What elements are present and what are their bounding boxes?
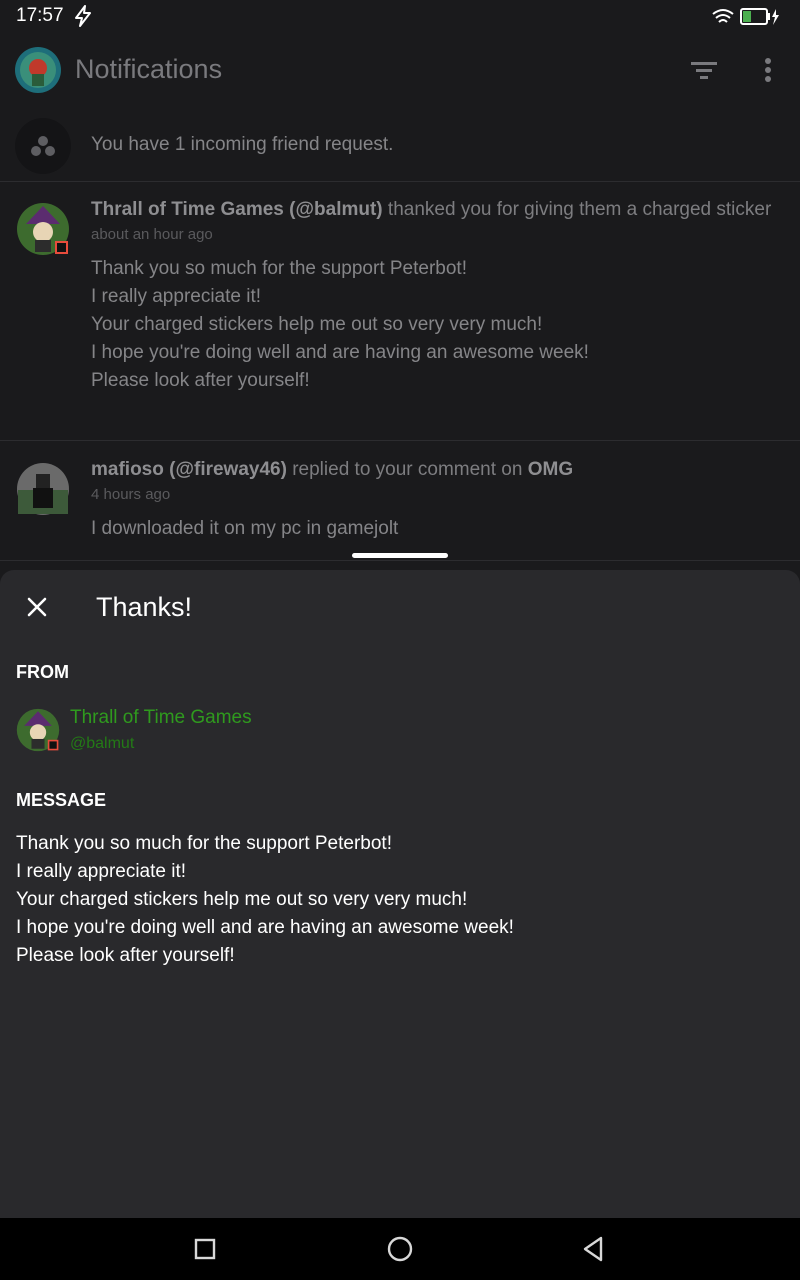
more-vert-icon[interactable] <box>756 54 780 86</box>
friend-request-text: You have 1 incoming friend request. <box>91 134 394 155</box>
sender-name[interactable]: Thrall of Time Games <box>70 707 252 729</box>
message-line: I hope you're doing well and are having … <box>16 917 514 938</box>
notification-body: Thrall of Time Games (@balmut) thanked y… <box>91 196 781 395</box>
user-avatar[interactable] <box>16 202 70 256</box>
wifi-icon <box>712 9 734 23</box>
timestamp: about an hour ago <box>91 226 213 243</box>
message-line: I really appreciate it! <box>16 861 187 882</box>
message-line: Please look after yourself! <box>91 370 310 391</box>
divider <box>0 181 800 182</box>
app-header: Notifications <box>0 40 800 102</box>
user-handle[interactable]: (@balmut) <box>289 199 382 220</box>
message-line: I really appreciate it! <box>91 286 262 307</box>
message-line: Your charged stickers help me out so ver… <box>91 314 543 335</box>
battery-charging-icon <box>740 8 779 25</box>
timestamp: 4 hours ago <box>91 486 171 503</box>
message-line: I downloaded it on my pc in gamejolt <box>91 518 399 539</box>
back-triangle-icon[interactable] <box>579 1234 609 1264</box>
notification-message: Thank you so much for the support Peterb… <box>91 255 781 395</box>
thanks-bottom-sheet: Thanks! FROM Thrall of Time Games @balmu… <box>0 570 800 1218</box>
notification-header: Thrall of Time Games (@balmut) thanked y… <box>91 196 781 224</box>
message-line: Thank you so much for the support Peterb… <box>91 258 467 279</box>
notification-body: mafioso (@fireway46) replied to your com… <box>91 456 781 543</box>
message-label: MESSAGE <box>16 790 107 810</box>
notification-header: mafioso (@fireway46) replied to your com… <box>91 456 781 484</box>
sheet-title: Thanks! <box>96 592 193 622</box>
message-line: I hope you're doing well and are having … <box>91 342 589 363</box>
home-circle-icon[interactable] <box>385 1234 415 1264</box>
notification-message: I downloaded it on my pc in gamejolt <box>91 515 781 543</box>
comment-target-link[interactable]: OMG <box>528 459 573 480</box>
sender-handle[interactable]: @balmut <box>70 735 134 753</box>
user-avatar[interactable] <box>16 462 70 516</box>
user-handle[interactable]: (@fireway46) <box>169 459 287 480</box>
status-bar: 17:57 <box>0 0 800 34</box>
friends-icon <box>15 118 71 174</box>
divider <box>0 440 800 441</box>
user-name[interactable]: Thrall of Time Games <box>91 199 284 220</box>
notification-action: thanked you for giving them a charged st… <box>387 199 772 220</box>
message-line: Thank you so much for the support Peterb… <box>16 833 392 854</box>
sheet-drag-handle[interactable] <box>352 553 448 558</box>
system-nav-bar <box>0 1218 800 1280</box>
sender-avatar[interactable] <box>16 708 60 752</box>
recents-square-icon[interactable] <box>190 1234 220 1264</box>
page-title: Notifications <box>75 54 223 84</box>
user-avatar[interactable] <box>14 46 62 94</box>
close-icon[interactable] <box>22 592 52 622</box>
lightning-icon <box>75 5 91 27</box>
notification-action: replied to your comment on <box>292 459 523 480</box>
message-line: Please look after yourself! <box>16 945 235 966</box>
divider <box>0 560 800 561</box>
message-line: Your charged stickers help me out so ver… <box>16 889 468 910</box>
status-time: 17:57 <box>16 5 64 26</box>
user-name[interactable]: mafioso <box>91 459 164 480</box>
thanks-message: Thank you so much for the support Peterb… <box>16 830 514 970</box>
from-label: FROM <box>16 662 69 682</box>
filter-icon[interactable] <box>688 56 720 84</box>
friend-request-row[interactable]: You have 1 incoming friend request. <box>0 112 800 180</box>
